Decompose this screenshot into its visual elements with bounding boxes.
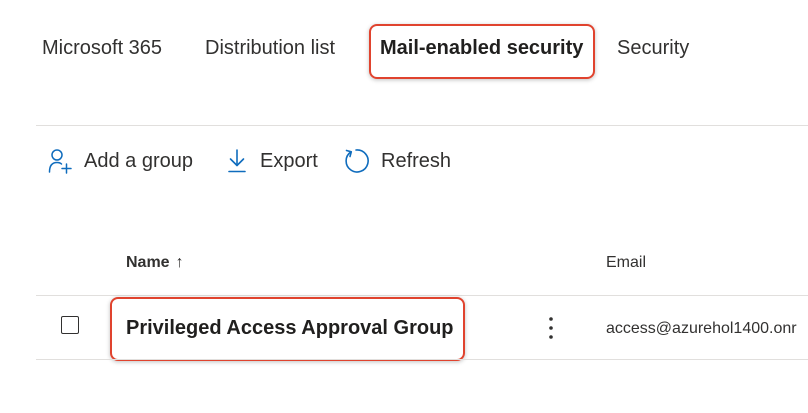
add-person-icon	[48, 148, 84, 174]
sort-ascending-icon: ↑	[175, 254, 184, 271]
group-email: access@azurehol1400.onr	[606, 320, 797, 337]
table-row-divider	[36, 359, 808, 360]
tab-microsoft-365[interactable]: Microsoft 365	[42, 36, 162, 60]
export-label: Export	[260, 149, 318, 172]
refresh-button[interactable]: Refresh	[343, 146, 451, 176]
column-header-name-label: Name	[126, 254, 170, 271]
more-options-button[interactable]	[540, 313, 562, 343]
row-checkbox[interactable]	[61, 316, 79, 334]
groups-page: Microsoft 365 Distribution list Mail-ena…	[0, 0, 808, 413]
add-group-button[interactable]: Add a group	[48, 146, 193, 176]
tab-distribution-list[interactable]: Distribution list	[205, 36, 335, 60]
table-header-divider	[36, 295, 808, 296]
group-name-link[interactable]: Privileged Access Approval Group	[126, 316, 454, 340]
tab-mail-enabled-security[interactable]: Mail-enabled security	[380, 36, 583, 60]
tab-security[interactable]: Security	[617, 36, 689, 60]
download-icon	[226, 148, 260, 174]
column-header-email[interactable]: Email	[606, 253, 646, 273]
tabs-divider	[36, 125, 808, 126]
refresh-label: Refresh	[381, 149, 452, 172]
column-header-name[interactable]: Name ↑	[126, 253, 184, 273]
export-button[interactable]: Export	[226, 146, 318, 176]
refresh-icon	[343, 148, 381, 174]
add-group-label: Add a group	[84, 149, 193, 172]
more-vertical-icon	[549, 317, 553, 339]
